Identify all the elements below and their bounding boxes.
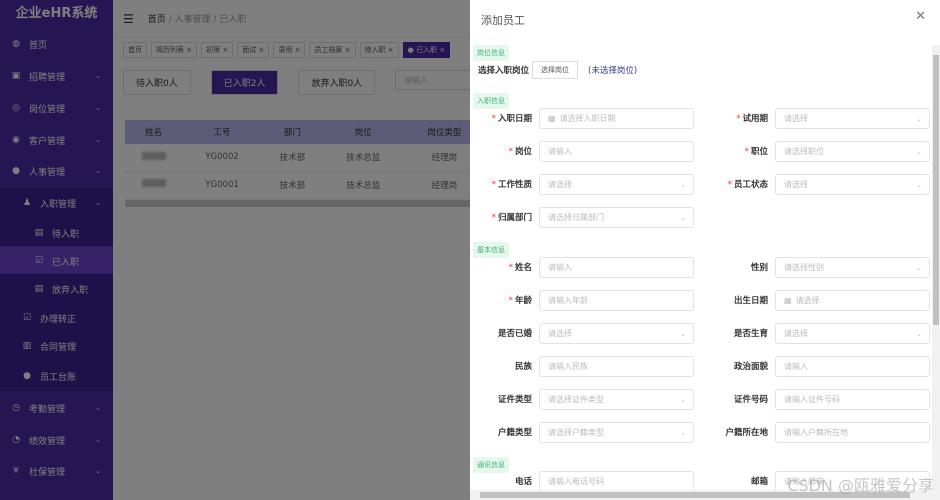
select-field[interactable]: 请选择 ⌄ [539, 174, 694, 195]
vertical-scrollbar[interactable] [932, 45, 940, 490]
field-label: 电话 [514, 477, 532, 487]
calendar-icon: ▦ [784, 296, 792, 305]
input-field[interactable]: 请输入年龄 [539, 290, 694, 311]
input-field[interactable]: 请输入户籍所在地 [775, 422, 930, 443]
field-label: * 试用期 [736, 114, 768, 124]
input-field[interactable]: 请输入 [539, 257, 694, 278]
select-field[interactable]: 请选择 ⌄ [539, 323, 694, 344]
position-status: (未选择岗位) [588, 66, 638, 76]
drawer-title: 添加员工 [481, 14, 525, 27]
select-position-label: 选择入职岗位 [478, 66, 530, 76]
select-field[interactable]: 请选择性别 ⌄ [775, 257, 930, 278]
input-field[interactable]: 请输入 [539, 141, 694, 162]
field-label: * 年龄 [508, 296, 532, 306]
field-label: 出生日期 [733, 296, 768, 306]
select-field[interactable]: 请选择 ⌄ [775, 108, 930, 129]
field-label: * 职位 [744, 147, 768, 157]
chevron-down-icon: ⌄ [916, 263, 922, 272]
close-icon[interactable]: ✕ [915, 9, 926, 24]
input-field[interactable]: 请输入民族 [539, 356, 694, 377]
cascader-field[interactable]: 请选择归属部门 ⌄ [539, 207, 694, 228]
field-label: 户籍类型 [497, 428, 532, 438]
field-label: 邮箱 [750, 477, 768, 487]
add-employee-drawer: 添加员工 ✕ 岗位信息 选择入职岗位 选择岗位 (未选择岗位) 入职信息 基本信… [470, 0, 940, 500]
section-badge: 通讯信息 [473, 457, 509, 473]
field-label: * 姓名 [508, 263, 532, 273]
field-label: 是否已婚 [497, 329, 532, 339]
field-label: 证件类型 [497, 395, 532, 405]
section-badge: 岗位信息 [473, 45, 509, 61]
field-label: * 入职日期 [491, 114, 532, 124]
field-label: * 归属部门 [491, 213, 532, 223]
field-label: 是否生育 [733, 329, 768, 339]
select-field[interactable]: 请选择户籍类型 ⌄ [539, 422, 694, 443]
field-label: * 工作性质 [491, 180, 532, 190]
section-badge: 基本信息 [473, 242, 509, 258]
select-field[interactable]: 请选择 ⌄ [775, 323, 930, 344]
chevron-down-icon: ⌄ [916, 180, 922, 189]
select-field[interactable]: 请选择证件类型 ⌄ [539, 389, 694, 410]
field-label: 户籍所在地 [725, 428, 768, 438]
field-label: 政治面貌 [733, 362, 768, 372]
field-label: * 员工状态 [727, 180, 768, 190]
date-field[interactable]: ▦ 请选择 [775, 290, 930, 311]
select-field[interactable]: 请选择 ⌄ [775, 174, 930, 195]
input-field[interactable]: 请输入 [775, 356, 930, 377]
chevron-down-icon: ⌄ [916, 147, 922, 156]
field-label: * 岗位 [508, 147, 532, 157]
watermark: CSDN @瓯雅爱分享 [787, 476, 934, 495]
section-badge: 入职信息 [473, 93, 509, 109]
input-field[interactable]: 请输入证件号码 [775, 389, 930, 410]
chevron-down-icon: ⌄ [680, 213, 686, 222]
date-field[interactable]: ▦ 请选择入职日期 [539, 108, 694, 129]
select-position-button[interactable]: 选择岗位 [532, 61, 578, 79]
field-label: 民族 [514, 362, 532, 372]
input-field[interactable]: 请输入电话号码 [539, 471, 694, 492]
calendar-icon: ▦ [548, 114, 556, 123]
cascader-field[interactable]: 请选择职位 ⌄ [775, 141, 930, 162]
field-label: 性别 [750, 263, 768, 273]
field-label: 证件号码 [733, 395, 768, 405]
chevron-down-icon: ⌄ [916, 329, 922, 338]
chevron-down-icon: ⌄ [916, 114, 922, 123]
